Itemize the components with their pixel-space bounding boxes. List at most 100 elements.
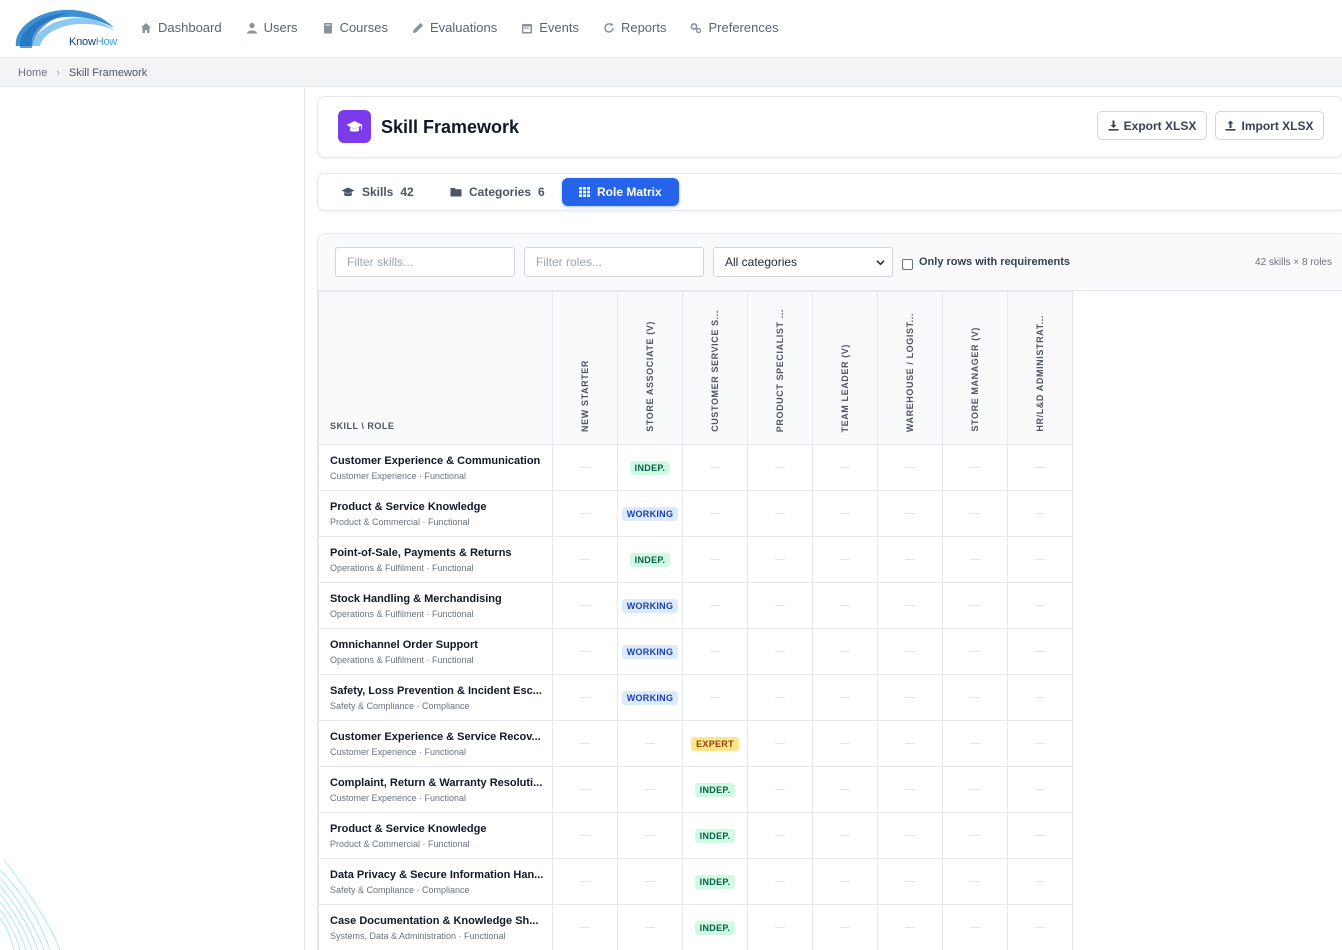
requirement-cell[interactable]: — (942, 766, 1008, 813)
requirement-cell[interactable]: INDEP. (682, 904, 748, 950)
requirement-cell[interactable]: — (877, 720, 943, 767)
requirement-cell[interactable]: — (812, 582, 878, 629)
requirement-cell[interactable]: — (747, 674, 813, 721)
requirement-cell[interactable]: — (812, 490, 878, 537)
export-xlsx-button[interactable]: Export XLSX (1097, 111, 1207, 140)
requirement-cell[interactable]: — (682, 444, 748, 491)
requirement-cell[interactable]: — (812, 720, 878, 767)
requirement-cell[interactable]: INDEP. (682, 766, 748, 813)
requirement-cell[interactable]: — (877, 858, 943, 905)
requirement-cell[interactable]: — (747, 490, 813, 537)
requirement-cell[interactable]: — (1007, 766, 1073, 813)
requirement-cell[interactable]: — (942, 904, 1008, 950)
requirement-cell[interactable]: — (942, 536, 1008, 583)
tab-role-matrix[interactable]: Role Matrix (562, 178, 679, 206)
requirement-cell[interactable]: EXPERT (682, 720, 748, 767)
requirement-cell[interactable]: — (877, 444, 943, 491)
requirement-cell[interactable]: — (877, 766, 943, 813)
requirement-cell[interactable]: — (812, 536, 878, 583)
requirement-cell[interactable]: — (552, 858, 618, 905)
requirement-cell[interactable]: — (617, 766, 683, 813)
filter-roles-input[interactable]: Filter roles... (524, 247, 704, 277)
category-select[interactable]: All categories (713, 247, 893, 277)
requirement-cell[interactable]: — (747, 812, 813, 859)
nav-reports[interactable]: Reports (603, 20, 666, 35)
knowhow-logo[interactable]: KnowHow (12, 6, 117, 52)
requirement-cell[interactable]: — (877, 582, 943, 629)
requirement-cell[interactable]: — (812, 444, 878, 491)
requirement-cell[interactable]: — (877, 674, 943, 721)
requirement-cell[interactable]: — (747, 628, 813, 675)
nav-users[interactable]: Users (246, 20, 298, 35)
requirement-cell[interactable]: — (942, 812, 1008, 859)
requirement-cell[interactable]: — (812, 812, 878, 859)
requirement-cell[interactable]: — (1007, 490, 1073, 537)
requirement-cell[interactable]: — (877, 536, 943, 583)
requirement-cell[interactable]: — (552, 904, 618, 950)
requirement-cell[interactable]: INDEP. (617, 536, 683, 583)
nav-dashboard[interactable]: Dashboard (140, 20, 222, 35)
requirement-cell[interactable]: — (877, 628, 943, 675)
tab-categories[interactable]: Categories 6 (440, 178, 555, 206)
nav-preferences[interactable]: Preferences (690, 20, 779, 35)
requirement-cell[interactable]: — (1007, 444, 1073, 491)
requirement-cell[interactable]: — (552, 628, 618, 675)
requirement-cell[interactable]: — (942, 582, 1008, 629)
requirement-cell[interactable]: WORKING (617, 674, 683, 721)
requirement-cell[interactable]: INDEP. (617, 444, 683, 491)
requirement-cell[interactable]: — (812, 628, 878, 675)
tab-skills[interactable]: Skills 42 (331, 178, 424, 206)
requirement-cell[interactable]: INDEP. (682, 858, 748, 905)
requirement-cell[interactable]: — (617, 720, 683, 767)
requirement-cell[interactable]: — (877, 904, 943, 950)
requirement-cell[interactable]: — (682, 628, 748, 675)
requirement-cell[interactable]: — (942, 674, 1008, 721)
requirement-cell[interactable]: — (747, 904, 813, 950)
requirement-cell[interactable]: — (552, 766, 618, 813)
requirement-cell[interactable]: — (812, 674, 878, 721)
requirement-cell[interactable]: — (812, 766, 878, 813)
requirement-cell[interactable]: — (812, 858, 878, 905)
requirement-cell[interactable]: — (1007, 904, 1073, 950)
requirement-cell[interactable]: — (682, 582, 748, 629)
nav-courses[interactable]: Courses (322, 20, 388, 35)
requirement-cell[interactable]: — (1007, 582, 1073, 629)
requirement-cell[interactable]: — (682, 674, 748, 721)
requirement-cell[interactable]: — (747, 858, 813, 905)
requirement-cell[interactable]: — (942, 490, 1008, 537)
requirement-cell[interactable]: — (552, 536, 618, 583)
requirement-cell[interactable]: — (552, 490, 618, 537)
requirement-cell[interactable]: — (552, 720, 618, 767)
requirement-cell[interactable]: — (552, 812, 618, 859)
requirement-cell[interactable]: — (1007, 628, 1073, 675)
only-rows-checkbox[interactable] (902, 259, 913, 270)
requirement-cell[interactable]: — (877, 812, 943, 859)
requirement-cell[interactable]: — (1007, 720, 1073, 767)
requirement-cell[interactable]: — (747, 536, 813, 583)
import-xlsx-button[interactable]: Import XLSX (1215, 111, 1324, 140)
requirement-cell[interactable]: — (552, 444, 618, 491)
filter-skills-input[interactable]: Filter skills... (335, 247, 515, 277)
requirement-cell[interactable]: — (747, 720, 813, 767)
requirement-cell[interactable]: WORKING (617, 582, 683, 629)
requirement-cell[interactable]: — (552, 674, 618, 721)
requirement-cell[interactable]: WORKING (617, 628, 683, 675)
requirement-cell[interactable]: — (942, 628, 1008, 675)
requirement-cell[interactable]: — (617, 858, 683, 905)
breadcrumb-home[interactable]: Home (18, 67, 47, 79)
requirement-cell[interactable]: — (617, 812, 683, 859)
requirement-cell[interactable]: INDEP. (682, 812, 748, 859)
requirement-cell[interactable]: — (552, 582, 618, 629)
nav-events[interactable]: Events (521, 20, 579, 35)
requirement-cell[interactable]: — (812, 904, 878, 950)
requirement-cell[interactable]: WORKING (617, 490, 683, 537)
requirement-cell[interactable]: — (942, 444, 1008, 491)
requirement-cell[interactable]: — (1007, 858, 1073, 905)
requirement-cell[interactable]: — (877, 490, 943, 537)
requirement-cell[interactable]: — (942, 858, 1008, 905)
requirement-cell[interactable]: — (1007, 674, 1073, 721)
requirement-cell[interactable]: — (747, 582, 813, 629)
requirement-cell[interactable]: — (617, 904, 683, 950)
requirement-cell[interactable]: — (1007, 536, 1073, 583)
requirement-cell[interactable]: — (682, 490, 748, 537)
